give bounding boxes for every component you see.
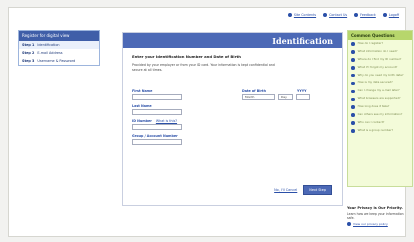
steps-title: Register for digital view [19,31,99,41]
step-number: Step 3 [22,59,35,63]
question-item[interactable]: How is my data secured? [348,79,412,87]
bullet-icon [351,89,355,94]
bullet-icon [351,42,355,46]
privacy-note: Your Privacy is Our Priority. Learn how … [347,206,411,226]
id-help-link[interactable]: What is this? [156,119,177,123]
bullet-icon [351,58,355,62]
common-questions-sidebar: Common Questions How do I register? What… [347,30,413,187]
dob-labels: Date of Birth YYYY [242,89,310,93]
topnav-label: Contact Us [329,13,348,17]
question-text: What browsers are supported? [357,96,401,101]
question-item[interactable]: What is a group number? [348,127,412,135]
privacy-title: Your Privacy is Our Priority. [347,206,403,210]
id-number-field[interactable] [132,124,182,130]
topnav-label: Logoff [388,13,399,17]
dob-year-field[interactable] [296,94,310,100]
dob-month-select[interactable]: Month [242,94,275,100]
privacy-link-text: View our privacy policy [353,222,388,226]
last-name-label: Last Name [132,104,152,108]
date-of-birth-group: Date of Birth YYYY Month Day [242,89,310,100]
question-item[interactable]: Can others see my information? [348,111,412,119]
question-list: How do I register? What information do I… [348,40,412,135]
dob-inputs: Month Day [242,94,310,100]
bullet-icon [351,129,355,133]
question-item[interactable]: What browsers are supported? [348,95,412,103]
next-step-button[interactable]: Next Step [303,185,332,195]
bullet-icon [382,13,387,17]
question-item[interactable]: What if I forgot my account? [348,64,412,72]
page-title: Identification [272,35,333,46]
page-frame: Site Contents Contact Us Feedback Logoff… [8,7,413,237]
step-label: E-mail Address [37,51,63,55]
bullet-icon [351,81,355,86]
panel-banner: Identification [123,33,342,48]
top-navigation: Site Contents Contact Us Feedback Logoff [287,13,399,17]
id-number-label-text: ID Number [132,119,152,123]
topnav-contact-us[interactable]: Contact Us [323,13,347,17]
question-text: What if I forgot my account? [357,64,398,69]
form-actions: No, I'll Cancel Next Step [274,185,332,195]
topnav-logoff[interactable]: Logoff [382,13,399,17]
question-text: Why do you need my birth date? [357,72,404,77]
privacy-policy-link[interactable]: View our privacy policy [347,222,411,226]
step-label: Identification [37,43,60,47]
question-item[interactable]: How long does it take? [348,103,412,111]
group-number-field[interactable] [132,139,182,145]
question-text: Where do I find my ID number? [357,56,402,61]
bullet-icon [354,13,359,17]
step-identification: Step 1 Identification [19,41,99,49]
question-text: How do I register? [357,41,383,45]
last-name-field[interactable] [132,109,182,115]
question-text: How long does it take? [357,104,390,109]
first-name-field[interactable] [132,94,182,100]
question-text: What information do I need? [357,48,398,53]
group-number-label: Group / Account Number [132,134,178,138]
question-item[interactable]: Who can I contact? [348,119,412,127]
question-item[interactable]: How do I register? [348,40,412,48]
month-select-value: Month [245,95,255,99]
day-select-value: Day [281,95,287,99]
panel-instructions: Provided by your employer or from your I… [132,63,275,72]
registration-steps: Register for digital view Step 1 Identif… [18,30,100,66]
question-item[interactable]: What information do I need? [348,48,412,56]
question-text: How is my data secured? [357,80,393,85]
question-item[interactable]: Where do I find my ID number? [348,56,412,64]
topnav-label: Site Contents [293,13,317,17]
sidebar-title: Common Questions [348,31,412,40]
bullet-icon [351,65,355,70]
id-number-label: ID Number What is this? [132,119,332,123]
question-text: Can I change my e-mail later? [357,88,400,93]
bullet-icon [351,73,355,78]
topnav-site-contents[interactable]: Site Contents [287,13,317,17]
bullet-icon [351,113,355,117]
step-number: Step 1 [22,43,35,47]
topnav-label: Feedback [360,13,376,17]
dob-label: Date of Birth [242,89,266,93]
step-number: Step 2 [22,51,35,55]
question-text: Can others see my information? [357,112,403,117]
question-item[interactable]: Can I change my e-mail later? [348,87,412,95]
question-text: What is a group number? [357,127,393,132]
bullet-icon [351,121,355,125]
panel-subtitle: Enter your Identification Number and Dat… [132,54,241,59]
bullet-icon [323,13,328,17]
dob-year-label: YYYY [296,89,307,93]
identification-panel: Identification Enter your Identification… [122,32,343,206]
bullet-icon [351,97,355,102]
identification-form: First Name Last Name ID Number What is th… [132,89,332,149]
step-username: Step 3 Username & Password [19,57,99,65]
topnav-feedback[interactable]: Feedback [354,13,376,17]
bullet-icon [347,222,351,226]
bullet-icon [351,50,355,54]
step-email: Step 2 E-mail Address [19,49,99,57]
question-text: Who can I contact? [357,119,385,124]
bullet-icon [287,13,292,17]
cancel-link[interactable]: No, I'll Cancel [274,188,297,192]
privacy-body: Learn how we keep your information safe. [347,211,404,220]
bullet-icon [351,105,355,110]
question-item[interactable]: Why do you need my birth date? [348,72,412,80]
dob-day-select[interactable]: Day [278,94,293,100]
step-label: Username & Password [37,59,76,63]
